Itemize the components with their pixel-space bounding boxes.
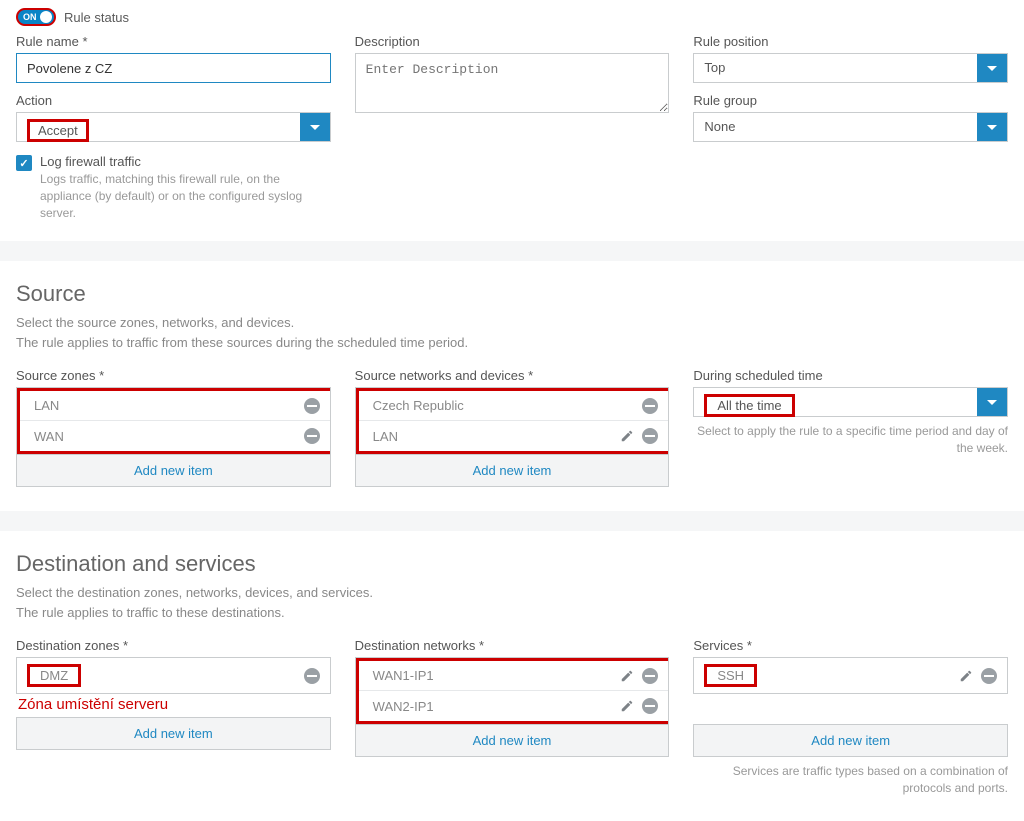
dest-zone-item-0: DMZ [27,664,81,687]
source-zones-list: LAN WAN [16,387,331,455]
remove-icon[interactable] [981,668,997,684]
remove-icon[interactable] [642,698,658,714]
source-network-item-1: LAN [369,429,398,444]
action-dropdown-button[interactable] [300,113,330,141]
toggle-on-label: ON [23,12,37,22]
remove-icon[interactable] [304,428,320,444]
destination-sub1: Select the destination zones, networks, … [16,583,1008,603]
source-network-item-0: Czech Republic [369,398,464,413]
dest-networks-label: Destination networks [355,638,670,653]
schedule-label: During scheduled time [693,368,1008,383]
source-zones-label: Source zones [16,368,331,383]
rule-group-value: None [694,113,977,141]
remove-icon[interactable] [642,668,658,684]
list-item[interactable]: WAN2-IP1 [359,691,669,721]
list-item[interactable]: SSH [694,658,1007,693]
source-zone-item-1: WAN [30,429,64,444]
rule-group-select[interactable]: None [693,112,1008,142]
log-firewall-checkbox[interactable]: ✓ [16,155,32,171]
schedule-dropdown-button[interactable] [977,388,1007,416]
description-textarea[interactable] [355,53,670,113]
list-item[interactable]: WAN1-IP1 [359,661,669,691]
source-networks-add[interactable]: Add new item [355,455,670,487]
source-networks-label: Source networks and devices [355,368,670,383]
chevron-down-icon [987,66,997,71]
list-item[interactable]: WAN [20,421,330,451]
chevron-down-icon [310,125,320,130]
dest-zones-list: DMZ [16,657,331,694]
chevron-down-icon [987,125,997,130]
action-label: Action [16,93,331,108]
destination-title: Destination and services [16,551,1008,577]
pencil-icon[interactable] [959,669,973,683]
services-help: Services are traffic types based on a co… [693,763,1008,797]
remove-icon[interactable] [642,398,658,414]
schedule-value: All the time [704,394,794,417]
rule-name-label: Rule name [16,34,331,49]
list-item[interactable]: DMZ [17,658,330,693]
list-item[interactable]: LAN [359,421,669,451]
dest-networks-list: WAN1-IP1 WAN2-IP1 [355,657,670,725]
services-list: SSH [693,657,1008,694]
chevron-down-icon [987,400,997,405]
log-firewall-label: Log firewall traffic [40,154,331,169]
pencil-icon[interactable] [620,699,634,713]
dest-zones-label: Destination zones [16,638,331,653]
action-value: Accept [27,119,89,142]
source-zone-item-0: LAN [30,398,59,413]
services-add[interactable]: Add new item [693,724,1008,757]
source-sub2: The rule applies to traffic from these s… [16,333,1008,353]
source-title: Source [16,281,1008,307]
dest-network-item-0: WAN1-IP1 [369,668,434,683]
rule-position-select[interactable]: Top [693,53,1008,83]
rule-group-label: Rule group [693,93,1008,108]
rule-status-label: Rule status [64,10,129,25]
remove-icon[interactable] [304,668,320,684]
rule-status-toggle[interactable]: ON [16,8,56,26]
list-item[interactable]: Czech Republic [359,391,669,421]
rule-position-label: Rule position [693,34,1008,49]
dest-zones-add[interactable]: Add new item [16,717,331,750]
schedule-select[interactable]: All the time [693,387,1008,417]
source-networks-list: Czech Republic LAN [355,387,670,455]
pencil-icon[interactable] [620,669,634,683]
rule-position-value: Top [694,54,977,82]
schedule-help: Select to apply the rule to a specific t… [693,423,1008,457]
dest-network-item-1: WAN2-IP1 [369,699,434,714]
log-firewall-help: Logs traffic, matching this firewall rul… [40,171,331,221]
remove-icon[interactable] [642,428,658,444]
services-item-0: SSH [704,664,757,687]
source-zones-add[interactable]: Add new item [16,455,331,487]
action-select[interactable]: Accept [16,112,331,142]
rule-position-dropdown-button[interactable] [977,54,1007,82]
remove-icon[interactable] [304,398,320,414]
destination-sub2: The rule applies to traffic to these des… [16,603,1008,623]
source-sub1: Select the source zones, networks, and d… [16,313,1008,333]
services-label: Services [693,638,1008,653]
dest-networks-add[interactable]: Add new item [355,725,670,757]
dest-zone-note: Zóna umístění serveru [16,696,331,713]
list-item[interactable]: LAN [20,391,330,421]
rule-group-dropdown-button[interactable] [977,113,1007,141]
toggle-knob [40,11,52,23]
pencil-icon[interactable] [620,429,634,443]
rule-name-input[interactable] [16,53,331,83]
description-label: Description [355,34,670,49]
